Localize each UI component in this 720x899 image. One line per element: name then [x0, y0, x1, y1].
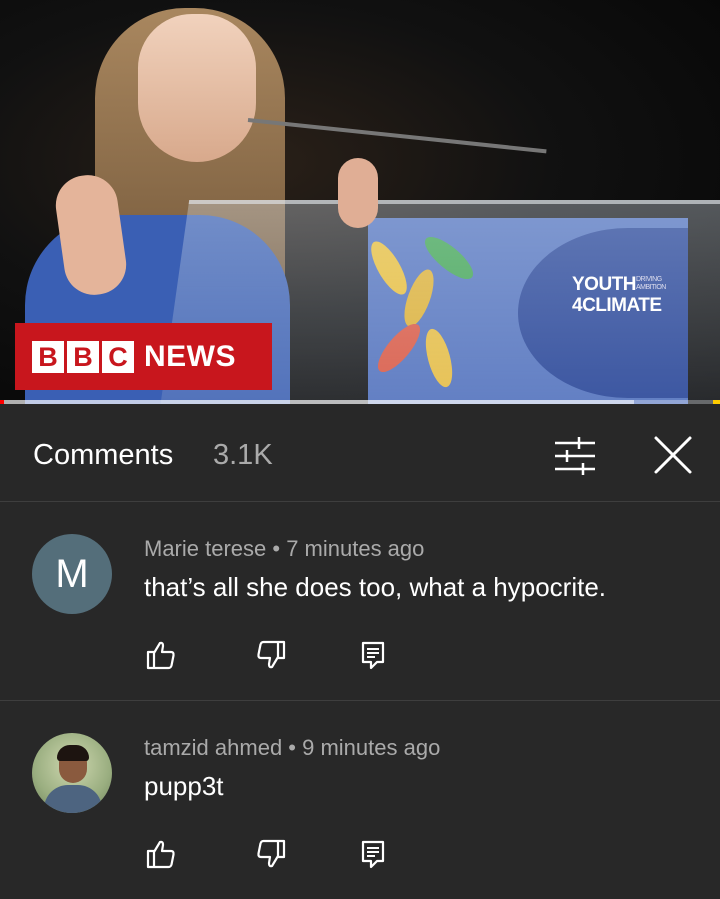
logo-line-2: 4CLIMATE	[572, 295, 662, 316]
comment-text: that’s all she does too, what a hypocrit…	[144, 572, 607, 602]
comments-title: Comments	[33, 439, 174, 471]
logo-tagline: DRIVING AMBITION	[636, 276, 666, 291]
bbc-letter-b2: B	[67, 340, 99, 373]
like-icon[interactable]	[144, 638, 178, 672]
comments-header: Comments 3.1K	[0, 404, 720, 502]
dislike-icon[interactable]	[254, 638, 288, 672]
dislike-icon[interactable]	[254, 837, 288, 871]
comment-meta: Marie terese • 7 minutes ago	[144, 536, 425, 561]
comment-text: pupp3t	[144, 771, 224, 801]
speaker-hand-right	[338, 158, 378, 228]
reply-icon[interactable]	[356, 638, 390, 672]
comment-item: tamzid ahmed • 9 minutes ago pupp3t	[0, 701, 720, 899]
reply-icon[interactable]	[356, 837, 390, 871]
bbc-news-logo: B B C NEWS	[15, 323, 272, 390]
like-icon[interactable]	[144, 837, 178, 871]
sort-filter-icon[interactable]	[552, 436, 598, 476]
avatar[interactable]	[32, 733, 112, 813]
comment-item: M Marie terese • 7 minutes ago that’s al…	[0, 502, 720, 701]
bbc-letter-c: C	[102, 340, 134, 373]
comments-count: 3.1K	[213, 439, 273, 471]
speaker-face	[138, 14, 256, 162]
comment-meta: tamzid ahmed • 9 minutes ago	[144, 735, 441, 760]
bbc-news-label: NEWS	[144, 339, 236, 373]
bbc-letter-b1: B	[32, 340, 64, 373]
avatar[interactable]: M	[32, 534, 112, 614]
close-icon[interactable]	[650, 432, 696, 478]
video-player[interactable]: YOUTH 4CLIMATE DRIVING AMBITION B B C NE…	[0, 0, 720, 404]
avatar-shirt	[44, 785, 102, 813]
youth4climate-logo: YOUTH 4CLIMATE DRIVING AMBITION	[572, 274, 666, 316]
avatar-hair	[57, 745, 89, 761]
